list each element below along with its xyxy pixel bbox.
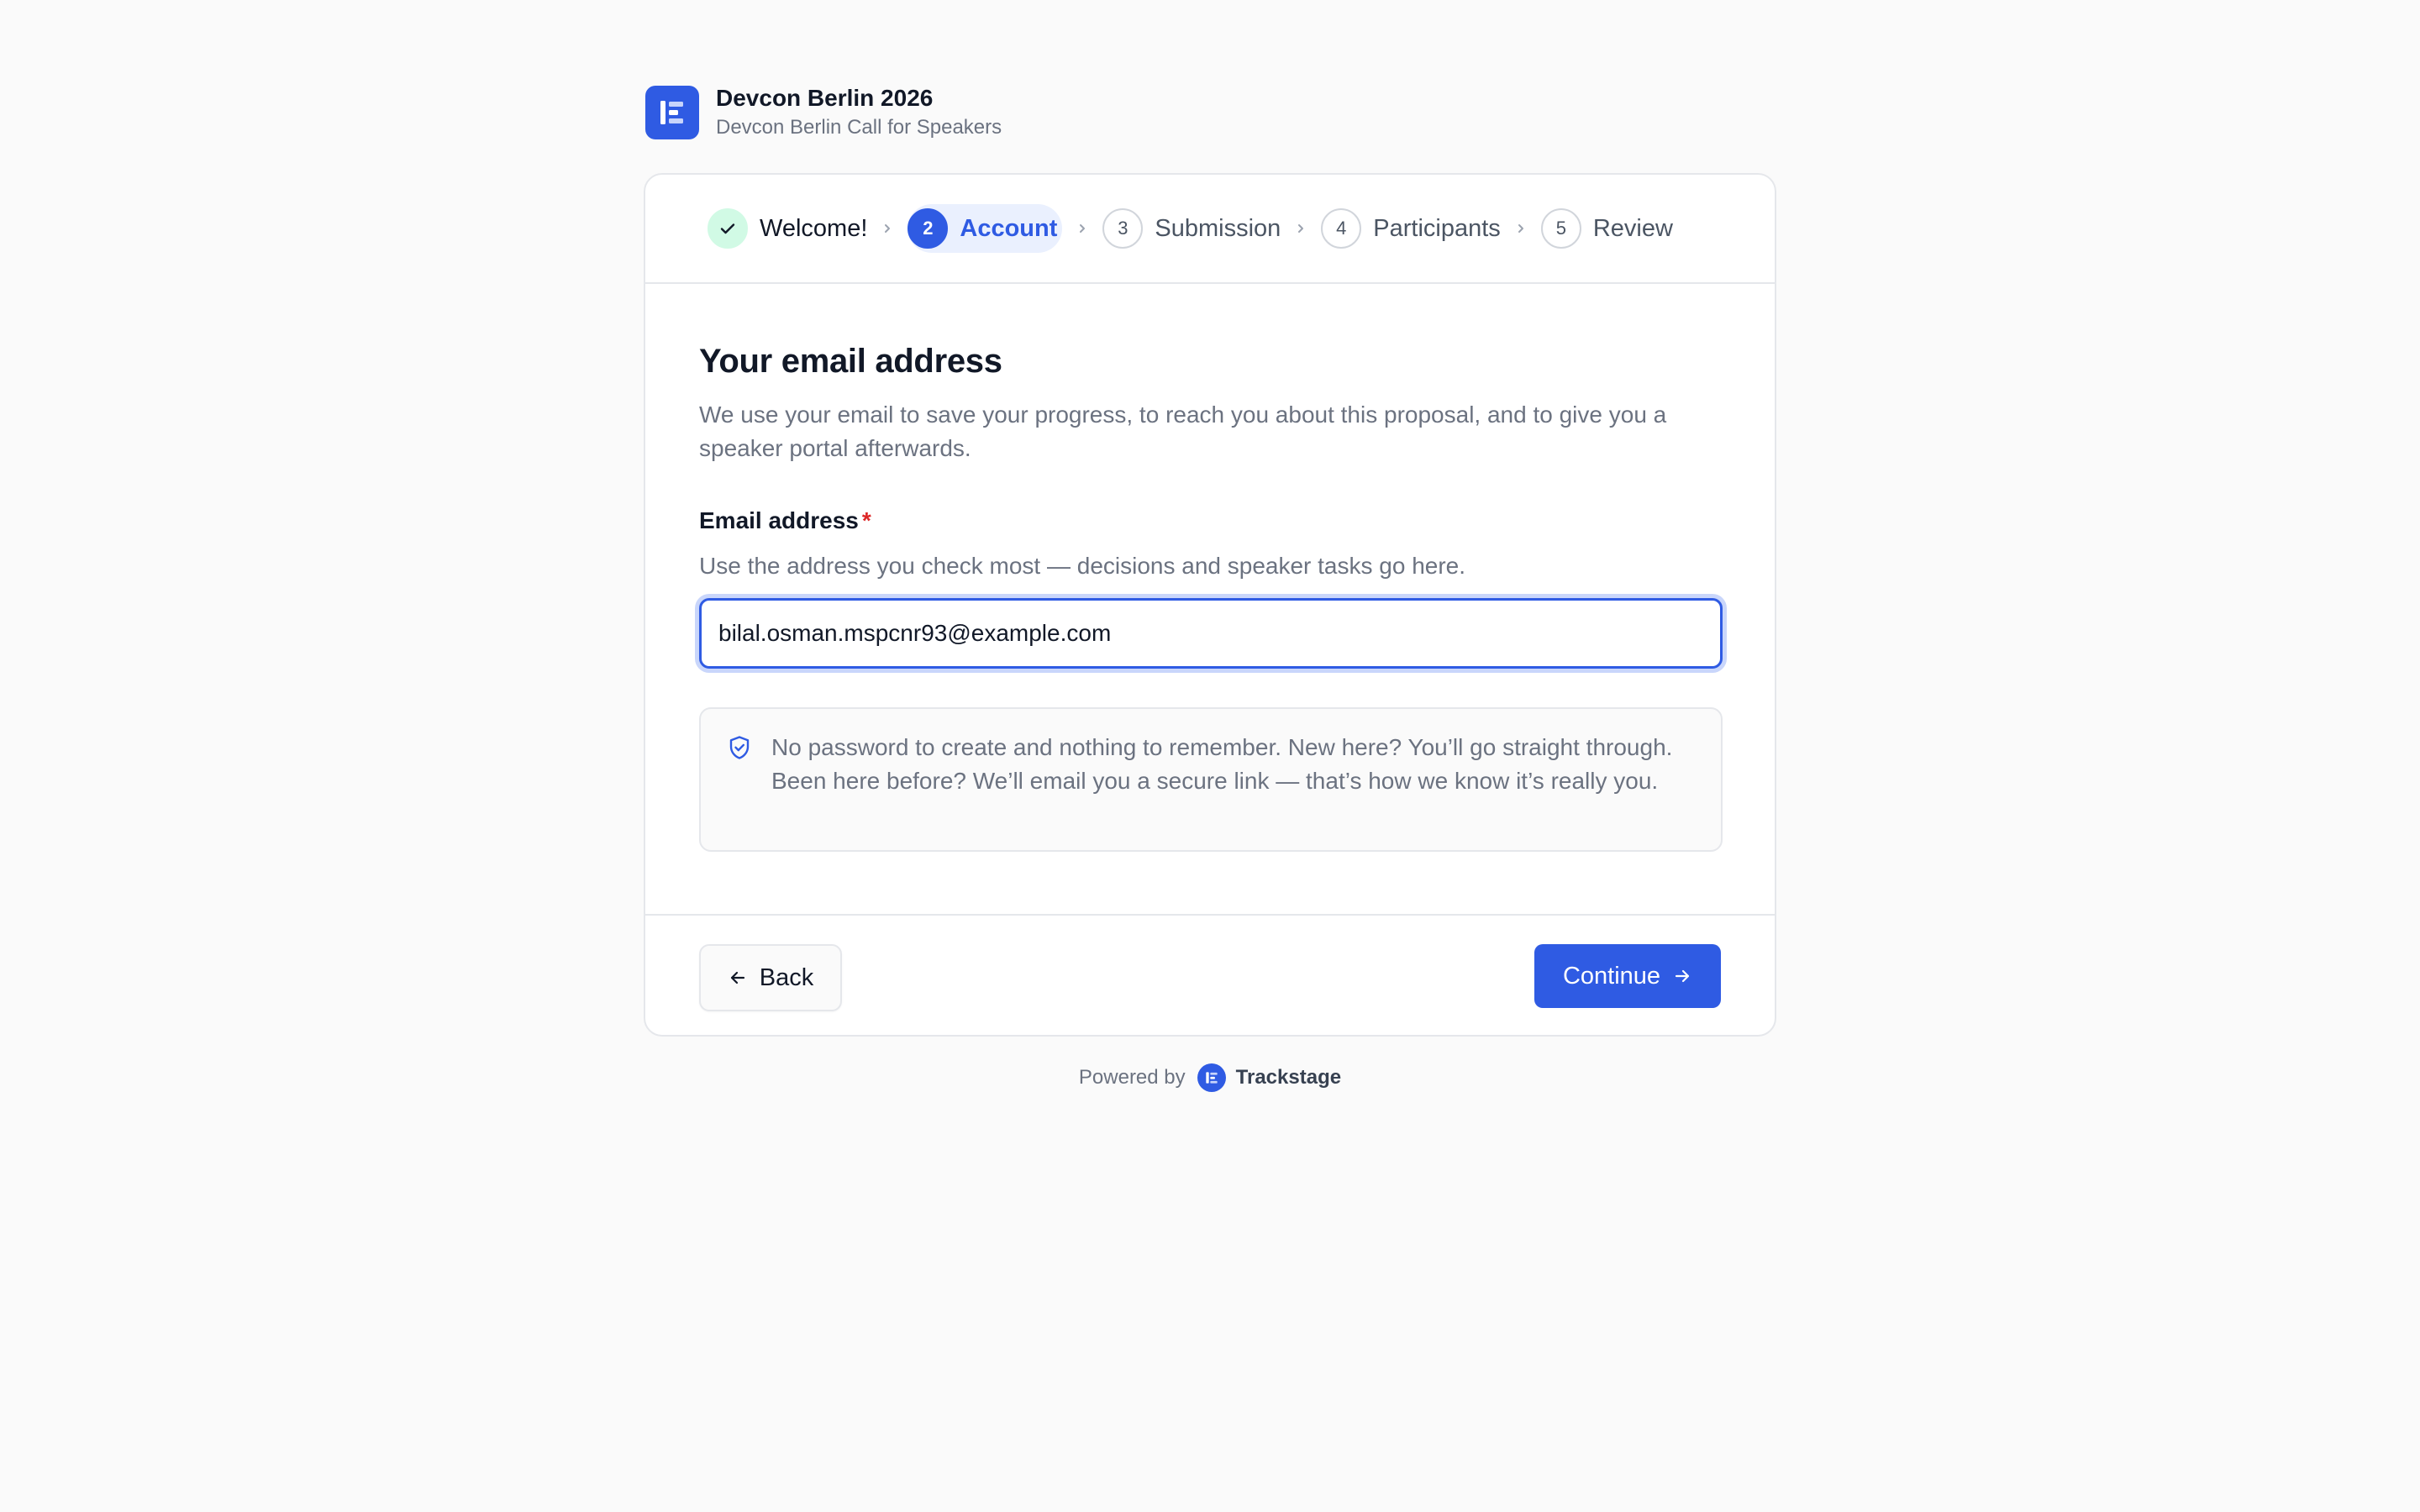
card-footer: Back Continue	[645, 914, 1775, 1035]
back-button-label: Back	[759, 963, 814, 991]
step-number-review: 5	[1540, 208, 1581, 249]
email-label: Email address *	[699, 506, 1721, 536]
step-account[interactable]: 2 Account	[908, 204, 1063, 253]
step-review: 5 Review	[1540, 204, 1673, 253]
step-number-account: 2	[908, 208, 949, 249]
org-title: Devcon Berlin 2026	[716, 85, 934, 111]
step-welcome[interactable]: Welcome!	[708, 204, 867, 253]
check-icon	[708, 208, 748, 249]
notice-text: No password to create and nothing to rem…	[771, 734, 1673, 794]
continue-button[interactable]: Continue	[1534, 944, 1721, 1008]
trackstage-logo-icon	[1197, 1063, 1226, 1092]
continue-button-label: Continue	[1562, 962, 1661, 990]
powered-by: Powered by Trackstage	[0, 1063, 2420, 1092]
email-field[interactable]	[702, 601, 1720, 666]
shield-check-icon	[729, 736, 750, 759]
stepper: Welcome! 2 Account 3 Submission 4 Partic…	[645, 175, 1775, 284]
org-text: Devcon Berlin 2026 Devcon Berlin Call fo…	[716, 84, 1002, 141]
step-submission: 3 Submission	[1102, 204, 1281, 253]
powered-by-text: Powered by	[1078, 1066, 1186, 1089]
page: Devcon Berlin 2026 Devcon Berlin Call fo…	[0, 0, 2420, 1512]
step-number-submission: 3	[1102, 208, 1144, 249]
form-content: Your email address We use your email to …	[645, 284, 1775, 852]
arrow-left-icon	[730, 971, 744, 984]
chevron-right-icon	[1281, 223, 1321, 234]
step-label-welcome: Welcome!	[760, 214, 868, 242]
step-label-account: Account	[960, 214, 1058, 242]
chevron-right-icon	[1501, 223, 1541, 234]
step-label-participants: Participants	[1373, 214, 1501, 242]
step-participants: 4 Participants	[1321, 204, 1501, 253]
email-label-text: Email address	[699, 507, 859, 533]
powered-by-brand[interactable]: Trackstage	[1236, 1066, 1341, 1089]
page-title: Your email address	[699, 343, 1002, 380]
step-label-submission: Submission	[1155, 214, 1281, 242]
org-header: Devcon Berlin 2026 Devcon Berlin Call fo…	[645, 84, 1002, 141]
form-card: Welcome! 2 Account 3 Submission 4 Partic…	[644, 173, 1776, 1037]
back-button[interactable]: Back	[699, 944, 842, 1011]
email-field-wrapper	[699, 598, 1723, 669]
step-label-review: Review	[1592, 214, 1673, 242]
intro-text: We use your email to save your progress,…	[699, 402, 1667, 461]
chevron-right-icon	[1062, 223, 1102, 234]
chevron-right-icon	[867, 223, 908, 234]
email-hint: Use the address you check most — decisio…	[699, 553, 1466, 579]
org-logo-icon	[645, 86, 699, 139]
step-number-participants: 4	[1321, 208, 1362, 249]
required-marker: *	[861, 507, 871, 533]
arrow-right-icon	[1675, 969, 1690, 983]
info-notice: No password to create and nothing to rem…	[699, 707, 1723, 852]
org-subtitle: Devcon Berlin Call for Speakers	[716, 116, 1002, 139]
